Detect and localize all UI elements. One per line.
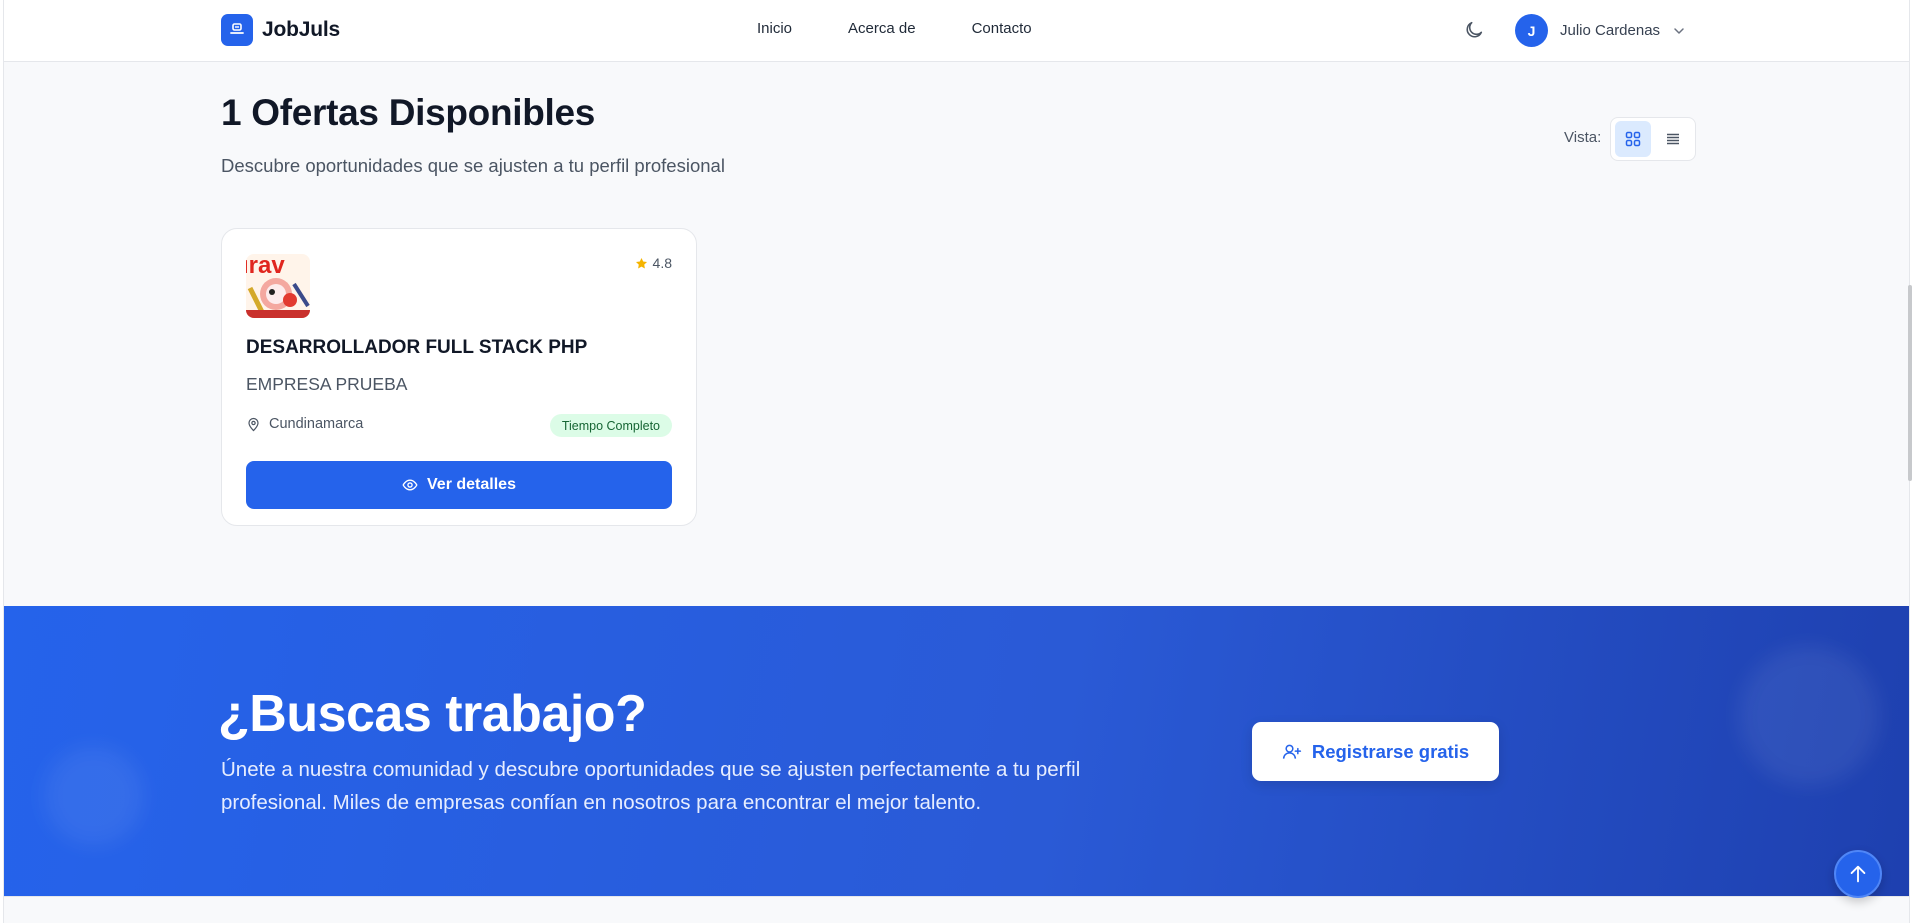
register-label: Registrarse gratis (1311, 740, 1470, 762)
decorative-blob (1739, 646, 1879, 786)
page-subtitle: Descubre oportunidades que se ajusten a … (221, 155, 725, 176)
view-details-button[interactable]: Ver detalles (246, 461, 672, 509)
page: JobJuls Inicio Acerca de Contacto J Juli… (3, 0, 1910, 923)
job-title: DESARROLLADOR FULL STACK PHP (246, 337, 588, 358)
cta-text: Únete a nuestra comunidad y descubre opo… (221, 758, 1081, 814)
location-text: Cundinamarca (269, 416, 364, 432)
list-view-icon[interactable] (1655, 121, 1691, 157)
decorative-blob (44, 746, 144, 846)
scrollbar-thumb[interactable] (1908, 285, 1912, 481)
view-label: Vista: (1564, 129, 1602, 146)
job-type-badge: Tiempo Completo (549, 414, 672, 437)
nav-contacto[interactable]: Contacto (972, 20, 1032, 37)
page-title: 1 Ofertas Disponibles (221, 92, 596, 133)
navbar: JobJuls Inicio Acerca de Contacto J Juli… (4, 0, 1909, 62)
star-icon (635, 257, 647, 269)
rating-value: 4.8 (652, 255, 672, 271)
user-name: Julio Cardenas (1560, 22, 1661, 39)
rating: 4.8 (635, 255, 672, 271)
view-toggle (1610, 117, 1696, 161)
avatar: J (1515, 14, 1548, 47)
job-card[interactable]: irav 4.8 DESARROLLADOR FULL STACK PHP EM… (221, 228, 697, 526)
user-menu[interactable]: J Julio Cardenas (1515, 14, 1686, 47)
footer (4, 896, 1909, 923)
svg-text:irav: irav (246, 254, 285, 279)
grid-view-icon[interactable] (1615, 121, 1651, 157)
register-button[interactable]: Registrarse gratis (1252, 722, 1499, 781)
nav-acerca-de[interactable]: Acerca de (848, 20, 916, 37)
eye-icon (402, 479, 418, 491)
arrow-up-icon (1850, 865, 1866, 883)
main-nav: Inicio Acerca de Contacto (757, 20, 1032, 37)
briefcase-logo-icon (221, 14, 253, 46)
scroll-to-top-button[interactable] (1834, 850, 1882, 898)
brand[interactable]: JobJuls (221, 14, 340, 46)
job-location: Cundinamarca (246, 416, 363, 432)
company-logo: irav (246, 254, 310, 318)
user-plus-icon (1282, 744, 1301, 759)
view-details-label: Ver detalles (427, 476, 516, 493)
scrollbar[interactable] (1907, 0, 1913, 923)
chevron-down-icon (1674, 27, 1684, 34)
moon-icon[interactable] (1463, 19, 1487, 43)
company-name: EMPRESA PRUEBA (246, 374, 408, 394)
location-pin-icon (248, 417, 259, 431)
cta-title: ¿Buscas trabajo? (218, 685, 647, 743)
cta-section: ¿Buscas trabajo? Únete a nuestra comunid… (4, 606, 1909, 896)
nav-inicio[interactable]: Inicio (757, 20, 792, 37)
brand-name: JobJuls (262, 18, 340, 41)
